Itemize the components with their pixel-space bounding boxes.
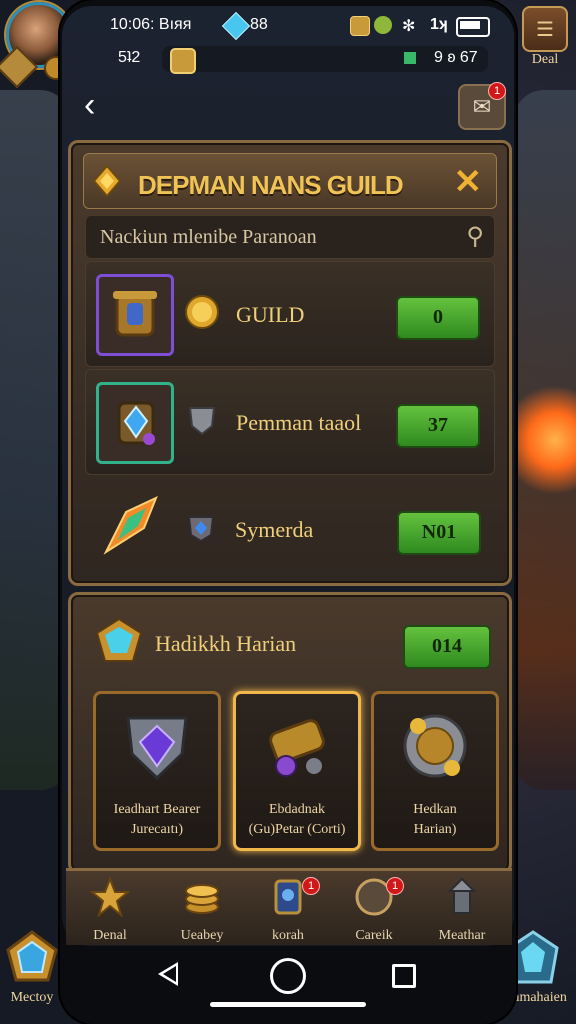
nav-item-meathar[interactable]: Meathar: [422, 877, 502, 944]
card-label-line1: Hedkan: [413, 802, 457, 817]
deal-shortcut[interactable]: ☰ Deal: [522, 6, 568, 68]
system-navigation-bar: [62, 946, 514, 1016]
home-indicator: [210, 1002, 366, 1007]
gem-icon: [221, 11, 251, 41]
reward-card[interactable]: Ebdadnak (Gu)Petar (Corti): [233, 691, 361, 851]
list-item[interactable]: Pemman taaol 37: [85, 369, 495, 475]
teal-crystal-icon: [95, 617, 143, 662]
reward-card[interactable]: Hedkan Harian): [371, 691, 499, 851]
system-back-button[interactable]: [158, 962, 178, 986]
card-label: Hedkan Harian): [378, 800, 492, 840]
bottom-left-shortcut[interactable]: Mectoy: [4, 930, 60, 1006]
guild-emblem-icon: [92, 164, 122, 198]
status-time: 10:06: Bıяя: [110, 16, 192, 33]
blue-crystal-icon: [6, 930, 58, 982]
green-indicator-icon: [404, 52, 416, 64]
harian-action-button[interactable]: 014: [403, 625, 491, 669]
tower-icon: [447, 877, 477, 914]
nav-label: Meathar: [438, 928, 486, 943]
card-label: Ebdadnak (Gu)Petar (Corti): [240, 800, 354, 840]
gem-count: 88: [250, 16, 268, 33]
list-item[interactable]: GUILD 0: [85, 261, 495, 367]
resource-right-value: 9 ʚ 67: [434, 49, 478, 66]
nav-notification-badge: 1: [386, 877, 404, 895]
card-label-line1: Ebdadnak: [269, 802, 325, 817]
harian-panel: Hadikkh Harian 014 Ieadhart Bearer Jurec…: [68, 592, 512, 874]
bronze-shield-icon: [113, 291, 157, 337]
resource-bar: 5ʇ2 9 ʚ 67: [112, 44, 502, 74]
star-icon: [89, 876, 131, 918]
nav-item-denal[interactable]: Denal: [70, 876, 150, 944]
nav-notification-badge: 1: [302, 877, 320, 895]
guild-panel: DEPMAN NANS GUILD ✕ Nackiun mlenibe Para…: [68, 140, 512, 586]
bottom-nav: Denal Ueabey korah 1 Careik 1 Meathar: [66, 868, 512, 945]
status-bar: 10:06: Bıяя 88 ✻ 1ʞ: [110, 11, 500, 41]
close-button[interactable]: ✕: [454, 162, 483, 202]
green-orb-icon: [374, 16, 392, 34]
nav-label: Careik: [355, 928, 393, 943]
row-label: Pemman taaol: [236, 410, 362, 435]
silver-shield-icon: [188, 407, 216, 436]
gold-cube-icon: [350, 16, 370, 36]
card-label-line1: Ieadhart Bearer: [113, 802, 201, 817]
reward-card[interactable]: Ieadhart Bearer Jurecaıtı): [93, 691, 221, 851]
menu-icon: ☰: [522, 6, 568, 52]
system-recents-button[interactable]: [392, 964, 416, 988]
row-label: GUILD: [236, 302, 305, 327]
coin-icon: [170, 48, 196, 74]
row-action-button[interactable]: N01: [397, 511, 481, 555]
nav-item-ueabey[interactable]: Ueabey: [162, 877, 242, 944]
nav-item-korah[interactable]: korah 1: [248, 877, 328, 944]
card-label-line2: Jurecaıtı): [130, 822, 184, 837]
mail-notification-badge: 1: [488, 82, 506, 100]
card-label-line2: Harian): [413, 822, 457, 837]
system-home-button[interactable]: [270, 958, 306, 994]
deal-label: Deal: [531, 52, 559, 67]
row-label: Symerda: [235, 517, 314, 542]
item-slot: [96, 274, 174, 356]
cannon-icon: [269, 719, 325, 777]
blue-gem-shield-icon: [187, 516, 215, 543]
nav-label: Denal: [93, 928, 127, 943]
nav-item-careik[interactable]: Careik 1: [334, 877, 414, 944]
card-label: Ieadhart Bearer Jurecaıtı): [100, 800, 214, 840]
back-button[interactable]: ‹: [84, 86, 95, 125]
mail-icon: ✉: [472, 94, 492, 119]
crystal-armor-icon: [117, 401, 155, 445]
item-slot: [95, 489, 167, 565]
signal-text: 1ʞ: [430, 16, 448, 33]
item-slot: [96, 382, 174, 464]
nav-label: Ueabey: [180, 928, 224, 943]
guild-search-bar[interactable]: Nackiun mlenibe Paranoan ⚲: [85, 215, 495, 259]
list-item[interactable]: Symerda N01: [85, 477, 495, 573]
wifi-icon: ✻: [402, 18, 416, 35]
guild-panel-title: DEPMAN NANS GUILD: [138, 170, 404, 200]
violet-shield-icon: [126, 716, 188, 781]
gold-coin-icon: [185, 295, 219, 329]
guild-panel-header: DEPMAN NANS GUILD ✕: [83, 153, 497, 209]
harian-panel-title: Hadikkh Harian: [155, 631, 297, 656]
fire-gem-icon: [103, 496, 158, 555]
search-placeholder: Nackiun mlenibe Paranoan: [100, 226, 317, 248]
battery-icon: [456, 17, 490, 37]
background-fire: [506, 380, 576, 500]
search-icon[interactable]: ⚲: [466, 222, 484, 251]
resource-left-value: 5ʇ2: [118, 49, 141, 66]
row-action-button[interactable]: 37: [396, 404, 480, 448]
row-action-button[interactable]: 0: [396, 296, 480, 340]
nav-label: korah: [272, 928, 304, 943]
card-label-line2: (Gu)Petar (Corti): [248, 822, 346, 837]
coin-stack-icon: [185, 884, 219, 914]
gear-medallion-icon: [403, 714, 467, 778]
bottom-left-label: Mectoy: [10, 990, 54, 1005]
